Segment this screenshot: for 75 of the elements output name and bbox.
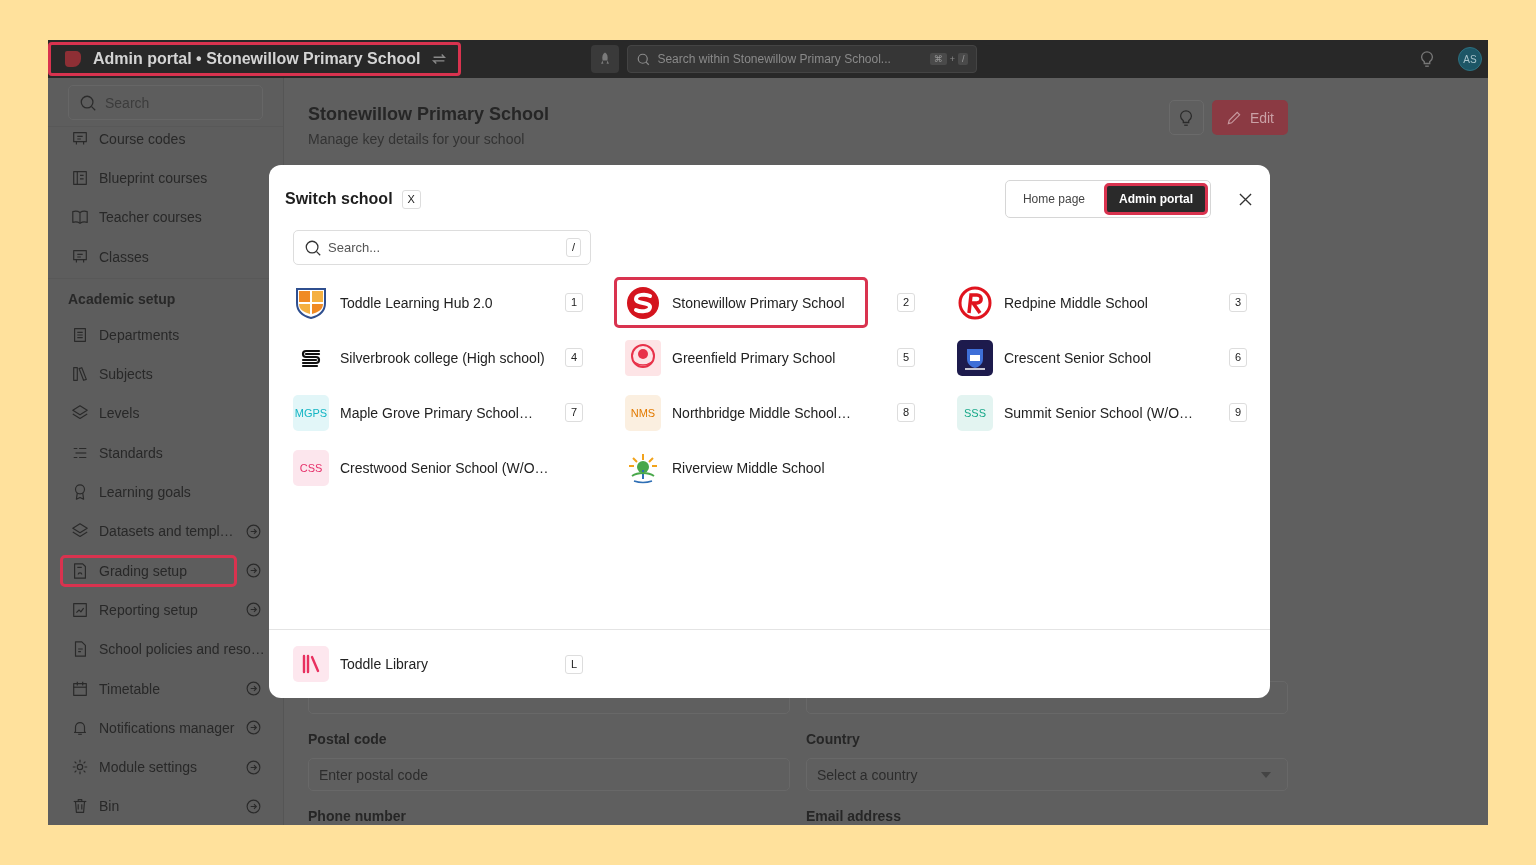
rocket-button[interactable] [591,45,620,73]
arrow-circle-icon[interactable] [246,523,261,539]
shortcut-key: / [565,238,581,257]
shortcut-key: / [957,53,969,65]
shortcut-key: 9 [1228,403,1247,422]
dialog-title: Switch school [285,190,393,208]
search-placeholder: Search within Stonewillow Primary School... [657,52,892,66]
shortcut-key: 3 [1228,293,1247,312]
lightbulb-icon[interactable] [1418,50,1436,68]
edit-button[interactable]: Edit [1211,100,1288,135]
school-option[interactable]: NMS Northbridge Middle School… [614,387,862,438]
search-icon [636,51,652,67]
arrow-circle-icon[interactable] [246,798,261,814]
search-field[interactable]: Search within Stonewillow Primary School... ⌘ + / [627,45,978,73]
list-icon [71,325,89,344]
pencil-icon [1225,109,1242,126]
search-field[interactable]: Search... / [293,230,591,265]
shortcut-key: 4 [564,348,583,367]
shortcut-key: ⌘ [929,53,947,65]
school-option[interactable]: CSS Crestwood Senior School (W/O… [282,442,560,493]
shortcut-key: 2 [896,293,915,312]
school-logo: MGPS [293,394,329,431]
lightbulb-button[interactable] [1168,100,1204,135]
circle-logo-icon [625,284,661,321]
arrow-circle-icon[interactable] [246,681,261,696]
search-placeholder: Search... [328,240,382,255]
school-option[interactable]: SSS Summit Senior School (W/O… [946,387,1205,438]
shortcut-key: 5 [896,348,915,367]
grid-icon [71,168,89,187]
book-icon [71,208,89,227]
shortcut-key: 6 [1228,348,1247,367]
shortcut-key: 7 [564,403,583,422]
plus-sign: + [949,54,955,64]
toggle-tab[interactable]: Admin portal [1104,183,1208,215]
arrow-circle-icon[interactable] [246,563,261,579]
school-logo: NMS [625,394,661,431]
emblem-logo-icon [625,339,661,376]
arrow-circle-icon[interactable] [246,720,261,736]
search-icon [79,93,97,112]
search-icon [304,238,322,257]
school-logo: SSS [957,394,993,431]
shortcut-key: X [401,189,421,209]
field-label: Phone number [308,808,407,825]
school-option[interactable]: Silverbrook college (High school) [282,332,556,383]
field-label: Email address [806,808,902,825]
user-avatar[interactable]: AS [1458,47,1482,71]
document-icon [71,561,89,580]
school-option[interactable]: Toddle Learning Hub 2.0 [282,277,504,328]
app-logo-icon [63,49,83,69]
shortcut-key: 8 [896,403,915,422]
page-title: Stonewillow Primary School [308,104,550,125]
trash-icon [71,797,89,816]
school-option[interactable]: Riverview Middle School [614,442,836,493]
school-option[interactable]: MGPS Maple Grove Primary School… [282,387,544,438]
books-icon [71,365,89,384]
school-option[interactable]: Redpine Middle School [946,277,1159,328]
school-option[interactable]: Greenfield Primary School [614,332,847,383]
crest-logo-icon [957,339,993,376]
caret-icon [1261,771,1271,778]
chart-icon [71,600,89,619]
library-option[interactable]: Toddle Library [282,638,439,690]
arrow-circle-icon[interactable] [246,759,261,775]
books-logo-icon [293,646,329,682]
school-logo: CSS [293,449,329,486]
arrow-circle-icon[interactable] [246,602,261,618]
shortcut-key: L [564,654,583,674]
calendar-icon [71,679,89,698]
close-icon[interactable] [1239,192,1252,206]
window-title[interactable]: Admin portal • Stonewillow Primary School [93,50,421,68]
ring-logo-icon [957,284,993,321]
school-option[interactable]: Stonewillow Primary School [614,277,868,328]
field-label: Country [806,731,861,749]
shortcut-key: 1 [564,293,583,312]
school-option[interactable]: Crescent Senior School [946,332,1163,383]
field-label: Postal code [308,731,388,749]
